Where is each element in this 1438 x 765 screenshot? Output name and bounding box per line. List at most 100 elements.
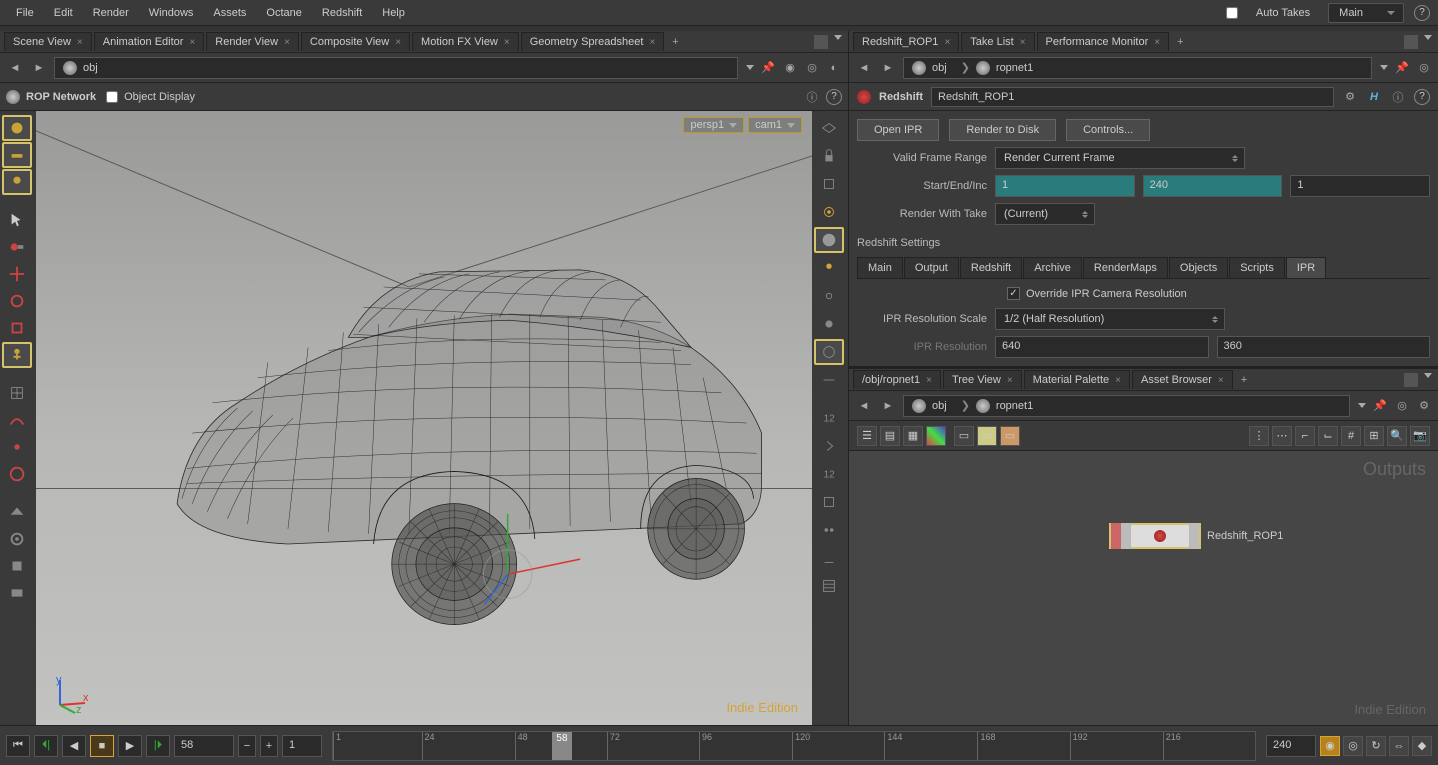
view-camera-icon[interactable]: ◐ (826, 60, 842, 76)
nav-forward-icon[interactable]: ► (879, 59, 897, 77)
frame-dec-button[interactable]: − (238, 735, 256, 757)
tool-flipbook[interactable] (2, 580, 32, 606)
path-dropdown-icon[interactable] (1358, 403, 1366, 408)
tab-take-list[interactable]: Take List× (961, 32, 1034, 51)
take-dropdown[interactable]: (Current) (995, 203, 1095, 225)
info-icon[interactable]: ⓘ (1390, 89, 1406, 105)
menu-octane[interactable]: Octane (258, 3, 309, 23)
display-marker-5[interactable] (814, 517, 844, 543)
parm-path-input[interactable]: obj ❯ ropnet1 (903, 57, 1372, 79)
gear-icon[interactable]: ⚙ (1416, 398, 1432, 414)
current-frame-input[interactable]: 58 (174, 735, 234, 757)
timeline-ruler[interactable]: 1 24 48 58 72 96 120 144 168 192 216 (332, 731, 1256, 761)
tool-translate[interactable] (2, 261, 32, 287)
close-icon[interactable]: × (944, 37, 950, 48)
range-icon[interactable]: ⇔ (1389, 736, 1409, 756)
close-icon[interactable]: × (395, 37, 401, 48)
tab-scene-view[interactable]: Scene View× (4, 32, 92, 51)
ipr-scale-dropdown[interactable]: 1/2 (Half Resolution) (995, 308, 1225, 330)
auto-takes-checkbox[interactable] (1226, 7, 1238, 19)
start-frame-display[interactable]: 1 (282, 735, 322, 757)
display-opt-camera-icon[interactable] (814, 283, 844, 309)
net-layout-2-icon[interactable]: ⋯ (1272, 426, 1292, 446)
maximize-icon[interactable] (1404, 373, 1418, 387)
viewport[interactable]: persp1 cam1 xyz Indie Edition (36, 111, 812, 725)
menu-edit[interactable]: Edit (46, 3, 81, 23)
object-display-checkbox[interactable] (106, 91, 118, 103)
tool-handle[interactable] (2, 142, 32, 168)
net-grid2-icon[interactable]: ⊞ (1364, 426, 1384, 446)
presets-icon[interactable]: H (1366, 89, 1382, 105)
play-back-button[interactable]: ◀ (62, 735, 86, 757)
tool-view[interactable] (2, 115, 32, 141)
parm-tab-objects[interactable]: Objects (1169, 257, 1228, 278)
display-opt-ghost[interactable] (814, 339, 844, 365)
close-icon[interactable]: × (189, 37, 195, 48)
help-icon[interactable]: ? (1414, 89, 1430, 105)
net-color-icon[interactable] (926, 426, 946, 446)
frame-range-dropdown[interactable]: Render Current Frame (995, 147, 1245, 169)
loop-icon[interactable]: ↻ (1366, 736, 1386, 756)
net-sticky-icon[interactable]: ▭ (977, 426, 997, 446)
tab-obj-ropnet[interactable]: /obj/ropnet1× (853, 370, 941, 389)
end-frame-input[interactable]: 240 (1143, 175, 1283, 197)
pane-menu-icon[interactable] (834, 35, 842, 40)
tool-select[interactable] (2, 207, 32, 233)
display-opt-light-icon[interactable] (814, 255, 844, 281)
display-marker-6[interactable] (814, 545, 844, 571)
open-ipr-button[interactable]: Open IPR (857, 119, 939, 141)
menu-file[interactable]: File (8, 3, 42, 23)
net-camera-icon[interactable]: 📷 (1410, 426, 1430, 446)
pin-icon[interactable]: 📌 (1394, 60, 1410, 76)
audio-icon[interactable]: ◎ (1343, 736, 1363, 756)
gear-icon[interactable]: ⚙ (1342, 89, 1358, 105)
start-frame-input[interactable]: 1 (995, 175, 1135, 197)
pin-icon[interactable]: 📌 (1372, 398, 1388, 414)
parm-tab-main[interactable]: Main (857, 257, 903, 278)
tool-render-region[interactable] (2, 526, 32, 552)
realtime-toggle[interactable]: ◉ (1320, 736, 1340, 756)
tool-snap-grid[interactable] (2, 380, 32, 406)
add-tab-button[interactable]: + (1171, 34, 1189, 50)
tool-inspect[interactable] (2, 553, 32, 579)
parm-tab-redshift[interactable]: Redshift (960, 257, 1022, 278)
tool-snap-multi[interactable] (2, 461, 32, 487)
key-icon[interactable]: ◆ (1412, 736, 1432, 756)
net-read-icon[interactable]: ▤ (880, 426, 900, 446)
close-icon[interactable]: × (504, 37, 510, 48)
nav-forward-icon[interactable]: ► (30, 59, 48, 77)
view-options-icon[interactable]: ◉ (782, 60, 798, 76)
nav-back-icon[interactable]: ◄ (6, 59, 24, 77)
path-dropdown-icon[interactable] (1380, 65, 1388, 70)
network-path-input[interactable]: obj ❯ ropnet1 (903, 395, 1350, 417)
tab-motion-fx[interactable]: Motion FX View× (412, 32, 519, 51)
close-icon[interactable]: × (1218, 375, 1224, 386)
play-forward-button[interactable]: ▶ (118, 735, 142, 757)
display-opt-target-icon[interactable] (814, 199, 844, 225)
menu-render[interactable]: Render (85, 3, 137, 23)
close-icon[interactable]: × (1154, 37, 1160, 48)
display-marker-2[interactable] (814, 433, 844, 459)
net-grid-icon[interactable]: # (1341, 426, 1361, 446)
display-marker-4[interactable] (814, 489, 844, 515)
help-icon[interactable]: ? (1414, 5, 1430, 21)
inc-frame-input[interactable]: 1 (1290, 175, 1430, 197)
net-list-view-icon[interactable]: ☰ (857, 426, 877, 446)
node-lock-flag[interactable] (1189, 523, 1199, 549)
tab-composite-view[interactable]: Composite View× (301, 32, 410, 51)
net-layout-1-icon[interactable]: ⋮ (1249, 426, 1269, 446)
net-layout-4-icon[interactable]: ⌙ (1318, 426, 1338, 446)
node-label[interactable]: Redshift_ROP1 (1207, 530, 1283, 542)
frame-inc-button[interactable]: + (260, 735, 278, 757)
pane-menu-icon[interactable] (1424, 35, 1432, 40)
display-opt-shaded[interactable] (814, 227, 844, 253)
step-back-button[interactable]: ⏴| (34, 735, 58, 757)
link-icon[interactable]: ◎ (1416, 60, 1432, 76)
net-search-icon[interactable]: 🔍 (1387, 426, 1407, 446)
tab-asset-browser[interactable]: Asset Browser× (1132, 370, 1233, 389)
link-icon[interactable]: ◎ (1394, 398, 1410, 414)
tab-material-palette[interactable]: Material Palette× (1024, 370, 1130, 389)
nav-back-icon[interactable]: ◄ (855, 59, 873, 77)
pane-menu-icon[interactable] (1424, 373, 1432, 378)
display-opt-lock-icon[interactable] (814, 143, 844, 169)
